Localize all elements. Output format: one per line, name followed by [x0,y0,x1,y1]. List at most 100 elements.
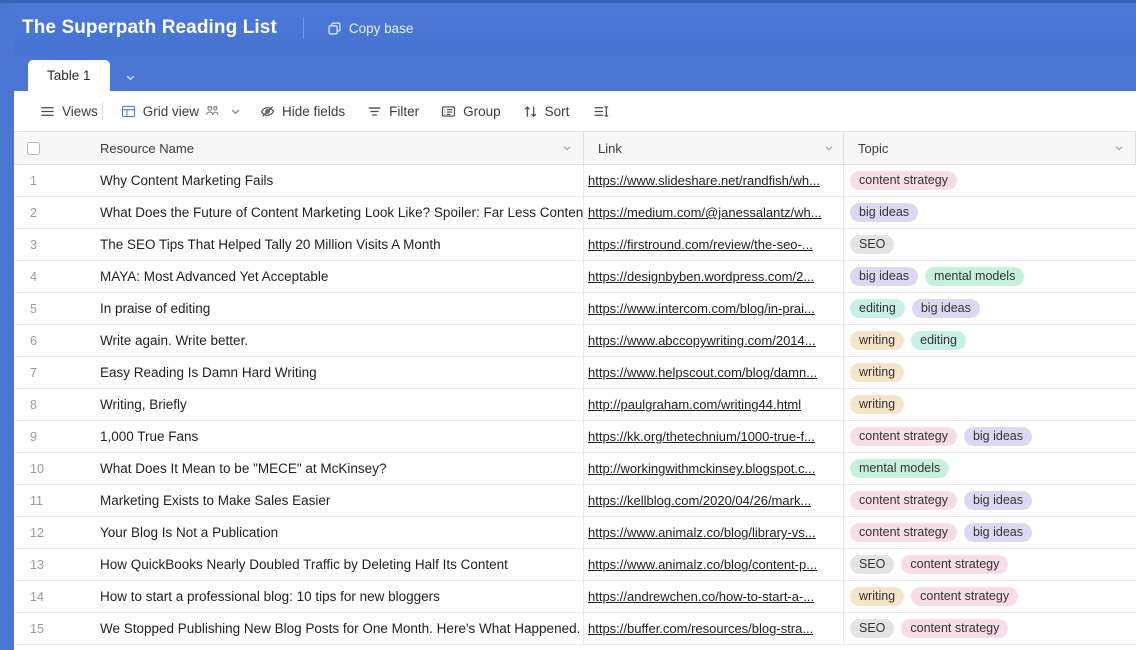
cell-link[interactable]: https://www.slideshare.net/randfish/wh..… [584,165,844,196]
cell-topic[interactable]: SEOcontent strategy [844,549,1136,580]
column-header-link[interactable]: Link [584,132,844,164]
table-row[interactable]: 4MAYA: Most Advanced Yet Acceptablehttps… [14,261,1136,293]
link-text[interactable]: https://buffer.com/resources/blog-stra..… [588,621,813,636]
cell-link[interactable]: https://www.abccopywriting.com/2014... [584,325,844,356]
link-text[interactable]: https://www.intercom.com/blog/in-prai... [588,301,815,316]
link-text[interactable]: https://www.animalz.co/blog/content-p... [588,557,817,572]
topic-tag: big ideas [964,491,1032,510]
table-row[interactable]: 8Writing, Briefly http://paulgraham.com/w… [14,389,1136,421]
cell-topic[interactable]: content strategybig ideas [844,485,1136,516]
cell-resource-name[interactable]: Write again. Write better. [84,325,584,356]
cell-resource-name[interactable]: 1,000 True Fans [84,421,584,452]
table-row[interactable]: 15We Stopped Publishing New Blog Posts f… [14,613,1136,645]
chevron-down-icon[interactable] [1113,142,1125,154]
link-text[interactable]: https://kk.org/thetechnium/1000-true-f..… [588,429,815,444]
select-all-cell[interactable] [14,132,84,164]
table-row[interactable]: 12Your Blog Is Not a Publication https://… [14,517,1136,549]
cell-resource-name[interactable]: MAYA: Most Advanced Yet Acceptable [84,261,584,292]
cell-link[interactable]: https://www.animalz.co/blog/library-vs..… [584,517,844,548]
table-row[interactable]: 6Write again. Write better.https://www.a… [14,325,1136,357]
cell-resource-name[interactable]: The SEO Tips That Helped Tally 20 Millio… [84,229,584,260]
table-row[interactable]: 14How to start a professional blog: 10 t… [14,581,1136,613]
table-row[interactable]: 1Why Content Marketing Failshttps://www.… [14,165,1136,197]
cell-topic[interactable]: editingbig ideas [844,293,1136,324]
cell-link[interactable]: https://firstround.com/review/the-seo-..… [584,229,844,260]
filter-button[interactable]: Filter [367,104,419,119]
row-number: 12 [14,517,84,548]
cell-link[interactable]: https://designbyben.wordpress.com/2... [584,261,844,292]
cell-topic[interactable]: content strategybig ideas [844,517,1136,548]
cell-topic[interactable]: mental models [844,453,1136,484]
table-row[interactable]: 7Easy Reading Is Damn Hard Writing https:… [14,357,1136,389]
cell-link[interactable]: https://www.animalz.co/blog/content-p... [584,549,844,580]
cell-link[interactable]: https://buffer.com/resources/blog-stra..… [584,613,844,644]
sort-button[interactable]: Sort [523,104,570,119]
tab-chevron-down-icon[interactable] [124,71,137,84]
cell-resource-name[interactable]: Your Blog Is Not a Publication [84,517,584,548]
cell-topic[interactable]: big ideasmental models [844,261,1136,292]
row-height-button[interactable] [593,104,609,119]
cell-resource-name[interactable]: What Does It Mean to be "MECE" at McKins… [84,453,584,484]
link-text[interactable]: https://andrewchen.co/how-to-start-a-... [588,589,814,604]
column-header-resource-name[interactable]: Resource Name [84,132,584,164]
cell-topic[interactable]: SEOcontent strategy [844,613,1136,644]
copy-base-button[interactable]: Copy base [328,21,414,36]
data-grid[interactable]: Resource Name Link Topic [14,132,1136,650]
link-text[interactable]: https://kellblog.com/2020/04/26/mark... [588,493,811,508]
row-number: 8 [14,389,84,420]
checkbox-icon[interactable] [27,142,40,155]
cell-resource-name[interactable]: Marketing Exists to Make Sales Easier [84,485,584,516]
cell-topic[interactable]: SEO [844,229,1136,260]
link-text[interactable]: https://firstround.com/review/the-seo-..… [588,237,813,252]
table-row[interactable]: 2What Does the Future of Content Marketi… [14,197,1136,229]
cell-resource-name[interactable]: Writing, Briefly [84,389,584,420]
cell-topic[interactable]: writing [844,357,1136,388]
cell-link[interactable]: https://kk.org/thetechnium/1000-true-f..… [584,421,844,452]
table-row[interactable]: 3The SEO Tips That Helped Tally 20 Milli… [14,229,1136,261]
cell-topic[interactable]: big ideas [844,197,1136,228]
hide-fields-button[interactable]: Hide fields [260,104,345,119]
cell-link[interactable]: https://www.intercom.com/blog/in-prai... [584,293,844,324]
table-row[interactable]: 5In praise of editinghttps://www.interco… [14,293,1136,325]
cell-resource-name[interactable]: How to start a professional blog: 10 tip… [84,581,584,612]
link-text[interactable]: https://www.abccopywriting.com/2014... [588,333,816,348]
link-text[interactable]: https://www.slideshare.net/randfish/wh..… [588,173,820,188]
cell-link[interactable]: http://paulgraham.com/writing44.html [584,389,844,420]
column-header-topic[interactable]: Topic [844,132,1136,164]
grid-view-button[interactable]: Grid view [121,104,199,119]
link-text[interactable]: http://workingwithmckinsey.blogspot.c... [588,461,815,476]
tab-table-1[interactable]: Table 1 [28,60,110,91]
cell-link[interactable]: http://workingwithmckinsey.blogspot.c... [584,453,844,484]
link-text[interactable]: https://www.animalz.co/blog/library-vs..… [588,525,816,540]
cell-resource-name[interactable]: In praise of editing [84,293,584,324]
cell-link[interactable]: https://andrewchen.co/how-to-start-a-... [584,581,844,612]
cell-resource-name[interactable]: We Stopped Publishing New Blog Posts for… [84,613,584,644]
cell-topic[interactable]: writingediting [844,325,1136,356]
cell-topic[interactable]: writing [844,389,1136,420]
table-row[interactable]: 11Marketing Exists to Make Sales Easierh… [14,485,1136,517]
cell-topic[interactable]: writingcontent strategy [844,581,1136,612]
link-text[interactable]: http://paulgraham.com/writing44.html [588,397,801,412]
cell-topic[interactable]: content strategy [844,165,1136,196]
cell-link[interactable]: https://www.helpscout.com/blog/damn... [584,357,844,388]
link-text[interactable]: https://designbyben.wordpress.com/2... [588,269,814,284]
cell-topic[interactable]: content strategybig ideas [844,421,1136,452]
views-button[interactable]: Views [40,104,98,119]
cell-link[interactable]: https://medium.com/@janessalantz/wh... [584,197,844,228]
cell-link[interactable]: https://kellblog.com/2020/04/26/mark... [584,485,844,516]
cell-resource-name[interactable]: How QuickBooks Nearly Doubled Traffic by… [84,549,584,580]
cell-resource-name[interactable]: Easy Reading Is Damn Hard Writing [84,357,584,388]
table-row[interactable]: 13How QuickBooks Nearly Doubled Traffic … [14,549,1136,581]
cell-resource-name[interactable]: What Does the Future of Content Marketin… [84,197,584,228]
link-text[interactable]: https://medium.com/@janessalantz/wh... [588,205,822,220]
chevron-down-icon[interactable] [561,142,573,154]
chevron-down-icon[interactable] [823,142,835,154]
grid-view-chevron-down-icon[interactable] [229,105,242,118]
table-row[interactable]: 91,000 True Fanshttps://kk.org/thetechni… [14,421,1136,453]
row-number: 7 [14,357,84,388]
table-row[interactable]: 10What Does It Mean to be "MECE" at McKi… [14,453,1136,485]
group-button[interactable]: Group [441,104,501,119]
link-text[interactable]: https://www.helpscout.com/blog/damn... [588,365,817,380]
people-icon[interactable] [205,104,220,118]
cell-resource-name[interactable]: Why Content Marketing Fails [84,165,584,196]
